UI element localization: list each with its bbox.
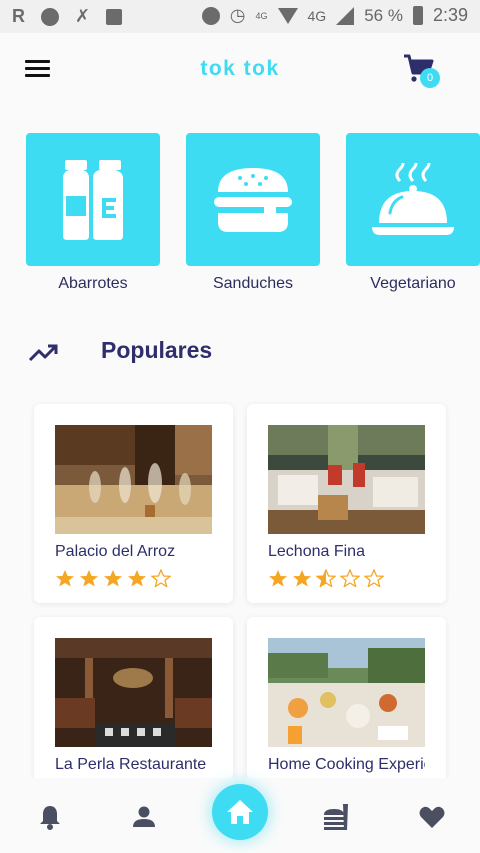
category-vegetariano[interactable]: Vegetariano (346, 133, 480, 293)
star-outline-icon (151, 569, 171, 587)
section-title-populares: Populares (101, 337, 213, 363)
signal-icon (336, 6, 355, 25)
restaurant-card-la-perla[interactable]: La Perla Restaurante (34, 617, 233, 782)
app-bar: tok tok 0 (0, 33, 480, 105)
star-filled-icon (80, 570, 98, 587)
star-filled-icon (128, 570, 146, 587)
network-type: 4G (307, 7, 327, 24)
star-filled-icon (104, 570, 122, 587)
star-filled-icon (293, 570, 311, 587)
bell-icon[interactable] (36, 803, 64, 831)
bottom-navigation (0, 778, 480, 853)
category-tile[interactable] (186, 133, 320, 266)
missed-call-icon: ✗ (75, 6, 91, 26)
category-sanduches[interactable]: Sanduches (186, 133, 320, 293)
burger-icon (214, 167, 292, 232)
rating-stars (268, 569, 384, 587)
person-icon[interactable] (130, 803, 158, 831)
restaurant-card-palacio[interactable]: Palacio del Arroz (34, 404, 233, 603)
wifi-icon (277, 7, 298, 24)
cart-button[interactable]: 0 (402, 53, 442, 89)
star-half-icon (316, 569, 336, 587)
home-button[interactable] (212, 784, 268, 840)
restaurant-card-lechona[interactable]: Lechona Fina (247, 404, 446, 603)
star-outline-icon (364, 569, 384, 587)
restaurant-photo (268, 638, 425, 747)
rating-stars (55, 569, 171, 587)
restaurant-photo (268, 425, 425, 534)
star-filled-icon (269, 570, 287, 587)
image-icon (106, 8, 123, 25)
restaurant-name: Palacio del Arroz (55, 543, 176, 560)
trending-up-icon (28, 344, 58, 362)
restaurant-name: Lechona Fina (268, 543, 365, 560)
category-tile[interactable] (346, 133, 480, 266)
cart-count-badge: 0 (420, 68, 440, 88)
home-icon (227, 800, 253, 824)
cloche-icon (372, 162, 454, 235)
milk-bottles-icon (63, 159, 123, 240)
status-bar: R ✗ ◷ 4G 4G 56 % 2:39 (0, 0, 480, 33)
chrome-icon (41, 7, 59, 26)
restaurant-photo (55, 638, 212, 747)
battery-percent: 56 % (364, 5, 403, 25)
r-app-icon: R (12, 6, 25, 26)
heart-icon[interactable] (418, 803, 446, 831)
do-not-disturb-icon (201, 6, 220, 25)
restaurant-name: La Perla Restaurante (55, 756, 207, 773)
category-label: Vegetariano (370, 275, 456, 292)
category-tile[interactable] (26, 133, 160, 266)
category-label: Sanduches (212, 275, 294, 292)
restaurant-card-home-cooking[interactable]: Home Cooking Experience (247, 617, 446, 782)
battery-icon (412, 6, 423, 25)
network-type-small: 4G (255, 10, 268, 21)
category-abarrotes[interactable]: Abarrotes (26, 133, 160, 293)
category-label: Abarrotes (58, 275, 128, 292)
restaurant-name: Home Cooking Experience (268, 756, 425, 773)
star-filled-icon (56, 570, 74, 587)
restaurant-photo (55, 425, 212, 534)
food-menu-icon[interactable] (322, 803, 350, 831)
alarm-icon: ◷ (229, 5, 246, 25)
clock: 2:39 (432, 5, 468, 25)
star-outline-icon (340, 569, 360, 587)
